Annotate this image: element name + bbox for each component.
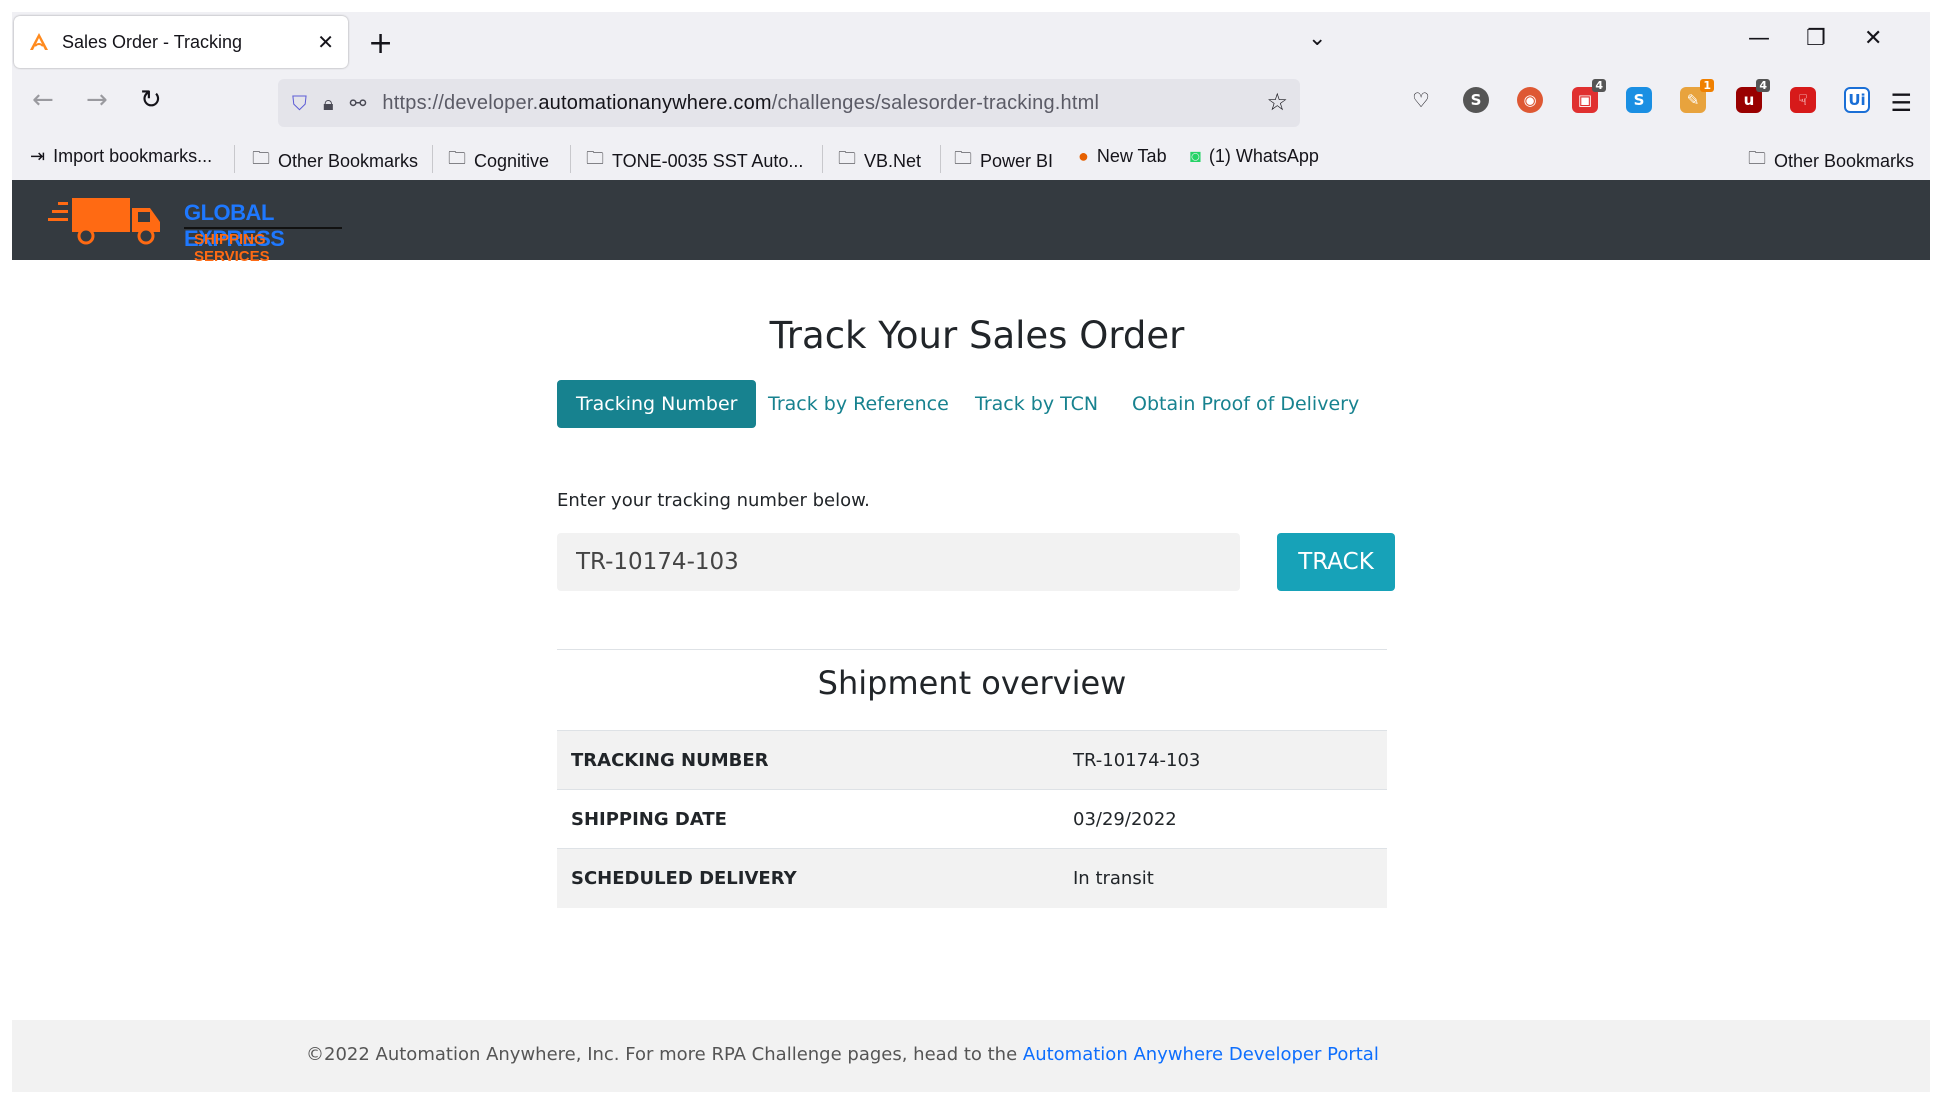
track-button[interactable]: TRACK — [1277, 533, 1395, 591]
permissions-icon[interactable]: ⚯ — [350, 91, 367, 115]
tab-title: Sales Order - Tracking — [62, 31, 243, 52]
copyright-text: ©2022 Automation Anywhere, Inc. For more… — [306, 1044, 1023, 1065]
table-row: SCHEDULED DELIVERY In transit — [557, 848, 1387, 908]
folder-icon: 🗀︎ — [1748, 148, 1766, 168]
duckduckgo-icon[interactable]: ◉ — [1517, 87, 1543, 113]
shipment-overview-title: Shipment overview — [817, 664, 1127, 702]
bookmark-cognitive[interactable]: 🗀︎ Cognitive — [448, 146, 549, 176]
row-label: SCHEDULED DELIVERY — [557, 848, 1059, 908]
bookmark-tone[interactable]: 🗀︎ TONE-0035 SST Auto... — [586, 146, 803, 176]
table-row: TRACKING NUMBER TR-10174-103 — [557, 730, 1387, 790]
bookmark-newtab[interactable]: ● New Tab — [1078, 146, 1167, 167]
browser-chrome: Sales Order - Tracking ✕ + ⌄ — ❐ ✕ ← → ↻… — [12, 12, 1930, 180]
extension-red2-icon[interactable]: ☟ — [1790, 87, 1816, 113]
row-value: 03/29/2022 — [1059, 789, 1387, 849]
bookmark-separator — [234, 145, 235, 173]
bookmark-separator — [940, 145, 941, 173]
logo-subtitle: SHIPPING SERVICES — [194, 231, 270, 265]
tab-close-icon[interactable]: ✕ — [317, 30, 334, 54]
developer-portal-link[interactable]: Automation Anywhere Developer Portal — [1023, 1044, 1379, 1065]
ublock-icon[interactable]: u4 — [1736, 79, 1770, 113]
navigation-bar: ← → ↻ ⛉ 🔒︎ ⚯ https://developer.automatio… — [12, 75, 1930, 131]
reload-icon[interactable]: ↻ — [140, 85, 162, 115]
restore-icon[interactable]: ❐ — [1806, 26, 1826, 51]
uipath-icon[interactable]: Ui — [1844, 87, 1870, 113]
tab-proof-of-delivery[interactable]: Obtain Proof of Delivery — [1132, 380, 1359, 428]
bookmark-other-right[interactable]: 🗀︎ Other Bookmarks — [1748, 146, 1914, 176]
bookmark-powerbi[interactable]: 🗀︎ Power BI — [954, 146, 1053, 176]
bookmark-vbnet[interactable]: 🗀︎ VB.Net — [838, 146, 921, 176]
extension-s-icon[interactable]: S — [1463, 87, 1489, 113]
bookmark-separator — [822, 145, 823, 173]
tracking-protection-icon[interactable]: ⛉ — [292, 91, 307, 115]
page-title: Track Your Sales Order — [769, 314, 1185, 357]
list-all-tabs-icon[interactable]: ⌄ — [1308, 26, 1326, 51]
new-tab-button[interactable]: + — [368, 26, 393, 61]
folder-icon: 🗀︎ — [252, 148, 270, 168]
site-favicon-icon — [30, 33, 48, 50]
row-label: SHIPPING DATE — [557, 789, 1059, 849]
tab-track-by-reference[interactable]: Track by Reference — [768, 380, 949, 428]
folder-icon: 🗀︎ — [954, 148, 972, 168]
tab-track-by-tcn[interactable]: Track by TCN — [975, 380, 1098, 428]
skype-icon[interactable]: S — [1626, 87, 1652, 113]
row-value: TR-10174-103 — [1059, 730, 1387, 790]
bookmark-star-icon[interactable]: ☆ — [1266, 88, 1288, 116]
close-window-icon[interactable]: ✕ — [1864, 26, 1882, 51]
folder-icon: 🗀︎ — [448, 148, 466, 168]
folder-icon: 🗀︎ — [586, 148, 604, 168]
tracking-number-input[interactable] — [557, 533, 1240, 591]
bookmark-separator — [570, 145, 571, 173]
global-express-logo[interactable]: GLOBAL EXPRESS SHIPPING SERVICES — [46, 188, 342, 265]
folder-icon: 🗀︎ — [838, 148, 856, 168]
row-value: In transit — [1059, 848, 1387, 908]
url-bar[interactable]: ⛉ 🔒︎ ⚯ https://developer.automationanywh… — [278, 79, 1300, 127]
bookmark-whatsapp[interactable]: ◙ (1) WhatsApp — [1190, 146, 1319, 167]
bookmark-separator — [432, 145, 433, 173]
tab-sales-order[interactable]: Sales Order - Tracking ✕ — [14, 16, 348, 68]
extension-red-icon[interactable]: ▣ 4 — [1572, 79, 1606, 113]
row-label: TRACKING NUMBER — [557, 730, 1059, 790]
lock-icon[interactable]: 🔒︎ — [323, 91, 334, 115]
firefox-icon: ● — [1078, 146, 1089, 166]
delivery-truck-icon — [48, 198, 160, 245]
url-text[interactable]: https://developer.automationanywhere.com… — [382, 92, 1099, 115]
pocket-icon[interactable]: ♡ — [1408, 87, 1434, 113]
section-divider — [557, 649, 1387, 650]
page-footer: ©2022 Automation Anywhere, Inc. For more… — [12, 1020, 1930, 1092]
logo-divider — [184, 227, 342, 229]
extension-orange-icon[interactable]: ✎ 1 — [1680, 79, 1714, 113]
site-header: GLOBAL EXPRESS SHIPPING SERVICES — [12, 180, 1930, 265]
minimize-icon[interactable]: — — [1748, 26, 1770, 51]
import-icon: ⇥ — [30, 146, 46, 166]
bookmark-import[interactable]: ⇥ Import bookmarks... — [30, 146, 212, 167]
footer-text: ©2022 Automation Anywhere, Inc. For more… — [306, 1044, 1379, 1065]
tab-tracking-number[interactable]: Tracking Number — [557, 380, 757, 428]
hamburger-menu-icon[interactable]: ☰ — [1890, 89, 1912, 117]
forward-icon[interactable]: → — [86, 85, 108, 115]
back-icon[interactable]: ← — [32, 85, 54, 115]
table-row: SHIPPING DATE 03/29/2022 — [557, 789, 1387, 849]
bookmarks-bar: ⇥ Import bookmarks... 🗀︎ Other Bookmarks 🗀… — [12, 137, 1930, 177]
shipment-overview-table: TRACKING NUMBER TR-10174-103 SHIPPING DA… — [557, 730, 1387, 908]
bookmark-other[interactable]: 🗀︎ Other Bookmarks — [252, 146, 418, 176]
tracking-instruction: Enter your tracking number below. — [557, 490, 870, 511]
whatsapp-icon: ◙ — [1190, 146, 1201, 166]
tab-bar: Sales Order - Tracking ✕ + ⌄ — ❐ ✕ — [12, 12, 1930, 75]
